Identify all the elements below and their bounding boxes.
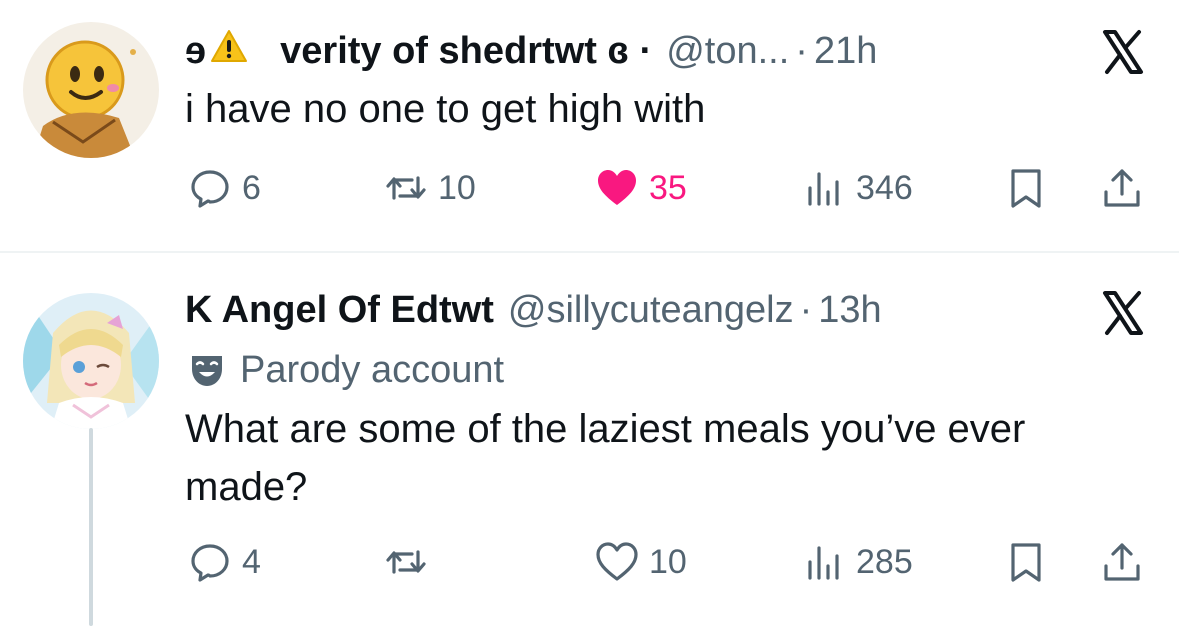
user-handle[interactable]: @sillycuteangelz [508,287,794,333]
like-button[interactable]: 10 [595,537,687,587]
tweet-text: i have no one to get high with [185,87,706,131]
reply-count: 4 [242,542,261,581]
share-icon [1104,543,1140,581]
tweet-text: What are some of the laziest meals you’v… [185,407,1026,509]
timestamp[interactable]: 13h [818,287,881,333]
retweet-icon [386,176,426,200]
tweet-actions: 6 10 35 346 [188,163,1146,213]
retweet-count: 10 [438,168,476,207]
user-handle[interactable]: @ton... [666,28,789,74]
tweet-1[interactable]: ɘ verity of shedrtwt ɞ · @ton... · 21h i… [0,0,1179,252]
display-name[interactable]: K Angel Of Edtwt [185,287,494,333]
tweet-actions: 4 10 285 [188,537,1146,587]
tweet-header: ɘ verity of shedrtwt ɞ · @ton... · 21h [185,28,877,74]
retweet-button[interactable] [384,537,438,587]
parody-label: Parody account [188,347,504,393]
bookmark-icon [1011,543,1041,582]
bookmark-button[interactable] [1004,163,1048,213]
avatar-image [23,22,159,158]
reply-icon [191,170,229,208]
heart-icon [596,542,638,581]
timestamp[interactable]: 21h [814,28,877,74]
views-icon [808,546,839,580]
reply-icon [191,544,229,582]
like-button[interactable]: 35 [595,163,687,213]
like-count: 35 [649,168,687,207]
tweet-header: K Angel Of Edtwt @sillycuteangelz · 13h [185,287,882,333]
views-icon [808,172,839,206]
separator-dot: · [795,30,808,72]
retweet-icon [386,550,426,574]
share-button[interactable] [1100,537,1144,587]
views-button[interactable]: 285 [802,537,913,587]
tweet-2[interactable]: K Angel Of Edtwt @sillycuteangelz · 13h … [0,253,1179,626]
bookmark-button[interactable] [1004,537,1048,587]
views-count: 285 [856,542,913,581]
x-logo-icon[interactable] [1099,289,1147,337]
warning-emoji-icon [210,28,248,62]
bookmark-icon [1011,169,1041,208]
heart-icon [598,170,636,205]
parody-mask-icon [192,356,222,386]
display-name-prefix: ɘ [185,30,207,72]
views-count: 346 [856,168,913,207]
reply-count: 6 [242,168,261,207]
avatar[interactable] [23,22,159,158]
display-name[interactable]: verity of shedrtwt ɞ · [280,28,652,74]
avatar[interactable] [23,293,159,429]
reply-button[interactable]: 4 [188,537,261,587]
x-logo-icon[interactable] [1099,28,1147,76]
thread-line [89,428,93,626]
retweet-button[interactable]: 10 [384,163,476,213]
like-count: 10 [649,542,687,581]
views-button[interactable]: 346 [802,163,913,213]
separator-dot: · [799,289,813,331]
reply-button[interactable]: 6 [188,163,261,213]
share-button[interactable] [1100,163,1144,213]
avatar-image [23,293,159,429]
parody-label-text: Parody account [240,349,505,391]
share-icon [1104,169,1140,207]
